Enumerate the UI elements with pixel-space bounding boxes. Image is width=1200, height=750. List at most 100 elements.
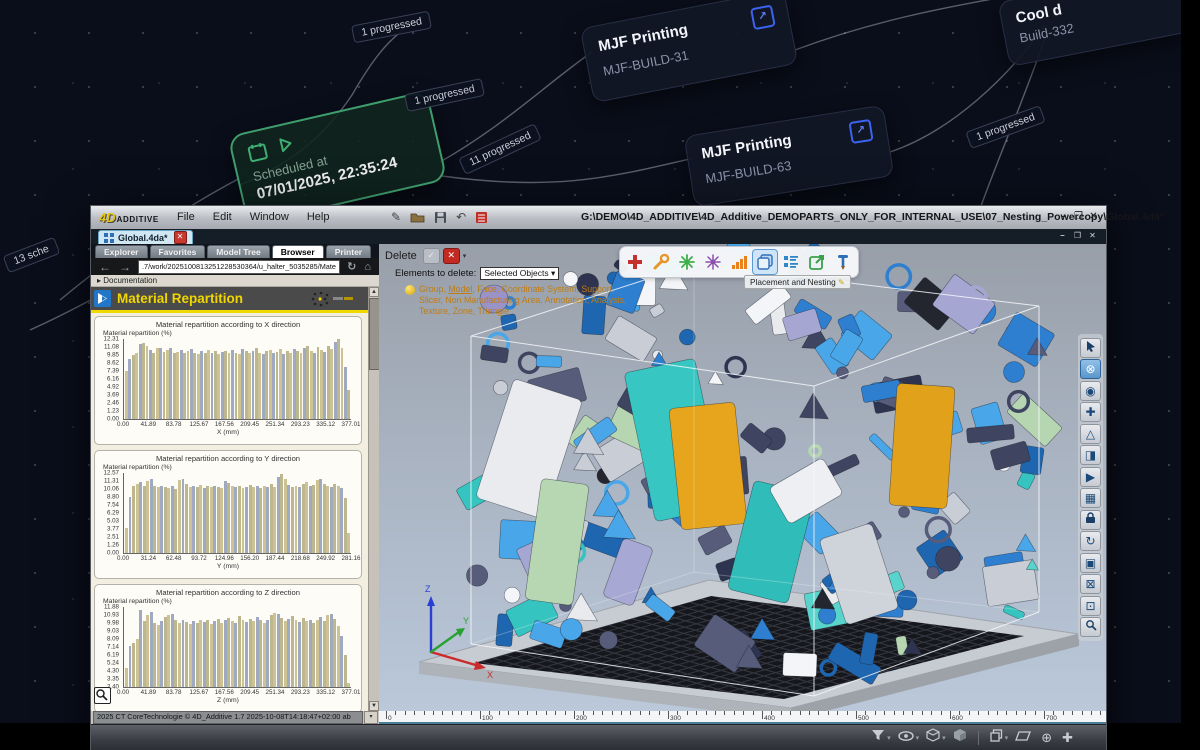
part-shape[interactable]: [599, 631, 617, 649]
copy-view-icon[interactable]: [990, 729, 1003, 747]
center-target-icon[interactable]: ⊕: [1041, 729, 1052, 747]
child-minimize-button[interactable]: –: [1055, 231, 1070, 240]
machine-tool-icon[interactable]: [830, 249, 856, 275]
page-scrollbar[interactable]: ▲ ▼: [368, 287, 379, 711]
part-shape[interactable]: [605, 315, 658, 362]
part-shape[interactable]: [520, 353, 539, 372]
select-box-in-icon[interactable]: ◨: [1080, 445, 1101, 465]
minimize-button[interactable]: –: [1056, 211, 1071, 222]
open-folder-icon[interactable]: [410, 211, 425, 223]
part-shape[interactable]: [679, 329, 695, 345]
lock-selection-icon[interactable]: [1080, 510, 1101, 530]
confirm-delete-button[interactable]: ✓: [423, 248, 440, 264]
wrench-tool-icon[interactable]: [648, 249, 674, 275]
part-shape[interactable]: [466, 565, 487, 586]
part-shape[interactable]: [1016, 534, 1036, 551]
part-shape[interactable]: [899, 507, 910, 518]
select-box-play-icon[interactable]: ▶: [1080, 467, 1101, 487]
part-shape[interactable]: [936, 546, 961, 571]
delete-selection-icon[interactable]: ⊠: [1080, 574, 1101, 594]
close-button[interactable]: ✕: [1086, 211, 1101, 222]
export-tool-icon[interactable]: [804, 249, 830, 275]
part-shape[interactable]: [966, 424, 1014, 443]
part-shape[interactable]: [1004, 362, 1025, 383]
viewport-3d[interactable]: Z Y X Delete ✓ ✕ ▾ Elements to delete: S…: [379, 244, 1106, 711]
part-shape[interactable]: [783, 652, 818, 676]
child-restore-button[interactable]: ❐: [1070, 231, 1085, 240]
select-point-icon[interactable]: ◉: [1080, 381, 1101, 401]
visibility-caret-icon[interactable]: ▾: [916, 734, 920, 742]
tab-model-tree[interactable]: Model Tree: [207, 245, 269, 259]
select-cursor-icon[interactable]: [1080, 338, 1101, 358]
part-shape[interactable]: [708, 371, 723, 384]
placement-nesting-tool-icon[interactable]: [752, 249, 778, 275]
deselect-all-icon[interactable]: ⊗: [1080, 359, 1101, 379]
external-link-icon[interactable]: ↗: [750, 4, 776, 30]
library-icon[interactable]: [475, 211, 488, 224]
menu-edit[interactable]: Edit: [213, 211, 232, 223]
status-caret-icon[interactable]: ▾: [364, 711, 378, 724]
document-tab-global4da[interactable]: Global.4da* ✕: [98, 230, 193, 244]
pan-move-icon[interactable]: ✚: [1062, 729, 1073, 747]
refresh-icon[interactable]: ↻: [347, 260, 356, 273]
build-list-tool-icon[interactable]: [778, 249, 804, 275]
url-input[interactable]: [138, 260, 340, 274]
zoom-area-icon[interactable]: [1080, 617, 1101, 637]
select-grid-icon[interactable]: ▦: [1080, 488, 1101, 508]
part-shape[interactable]: [560, 618, 582, 640]
play-icon[interactable]: [275, 134, 297, 156]
analysis-tool-icon[interactable]: [726, 249, 752, 275]
filter-icon[interactable]: [871, 728, 885, 747]
elements-select[interactable]: Selected Objects ▾: [480, 267, 559, 280]
visibility-eye-icon[interactable]: [898, 729, 914, 747]
part-shape[interactable]: [669, 402, 747, 530]
lattice-tool-icon[interactable]: [700, 249, 726, 275]
menu-file[interactable]: File: [177, 211, 195, 223]
home-icon[interactable]: ⌂: [364, 261, 371, 273]
delete-options-caret-icon[interactable]: ▾: [463, 252, 467, 260]
capture-view-icon[interactable]: ⊡: [1080, 596, 1101, 616]
clip-plane-icon[interactable]: [1015, 729, 1031, 747]
menu-window[interactable]: Window: [250, 211, 289, 223]
title-bar[interactable]: 4DADDITIVE File Edit Window Help ✎ ↶: [91, 206, 1106, 230]
pencil-icon[interactable]: ✎: [391, 210, 401, 224]
external-link-icon[interactable]: ↗: [848, 119, 873, 144]
part-shape[interactable]: [927, 567, 939, 579]
tab-explorer[interactable]: Explorer: [95, 245, 148, 259]
focus-selection-icon[interactable]: ▣: [1080, 553, 1101, 573]
shaded-cube-icon[interactable]: [953, 728, 967, 747]
copy-view-caret-icon[interactable]: ▾: [1005, 734, 1009, 742]
repair-tool-icon[interactable]: [622, 249, 648, 275]
part-shape[interactable]: [897, 590, 917, 610]
part-shape[interactable]: [887, 265, 910, 288]
move-tool-icon[interactable]: ✚: [1080, 402, 1101, 422]
scroll-down-icon[interactable]: ▼: [369, 701, 379, 711]
tab-favorites[interactable]: Favorites: [150, 245, 206, 259]
child-close-button[interactable]: ✕: [1085, 231, 1100, 240]
part-shape[interactable]: [504, 587, 520, 603]
filter-caret-icon[interactable]: ▾: [887, 734, 891, 742]
back-arrow-icon[interactable]: ←: [99, 260, 111, 274]
supports-tool-icon[interactable]: [674, 249, 700, 275]
forward-arrow-icon[interactable]: →: [119, 260, 131, 274]
tab-printer[interactable]: Printer: [326, 245, 371, 259]
zoom-magnifier-button[interactable]: [94, 687, 111, 704]
part-shape[interactable]: [493, 381, 507, 395]
select-triangles-icon[interactable]: △: [1080, 424, 1101, 444]
render-mode-cube-icon[interactable]: [926, 728, 940, 747]
part-shape[interactable]: [889, 383, 955, 509]
part-shape[interactable]: [997, 312, 1055, 368]
cancel-delete-button[interactable]: ✕: [443, 248, 460, 264]
menu-help[interactable]: Help: [307, 211, 330, 223]
part-shape[interactable]: [810, 446, 820, 456]
scroll-up-icon[interactable]: ▲: [369, 287, 379, 297]
documentation-row[interactable]: ▸ Documentation: [91, 275, 379, 287]
part-shape[interactable]: [536, 355, 562, 367]
undo-icon[interactable]: ↶: [456, 210, 466, 224]
part-shape[interactable]: [740, 422, 773, 454]
part-shape[interactable]: [480, 345, 509, 364]
restore-button[interactable]: ❐: [1071, 211, 1086, 222]
tab-browser[interactable]: Browser: [272, 245, 324, 259]
part-shape[interactable]: [1007, 393, 1063, 447]
part-shape[interactable]: [697, 524, 733, 555]
